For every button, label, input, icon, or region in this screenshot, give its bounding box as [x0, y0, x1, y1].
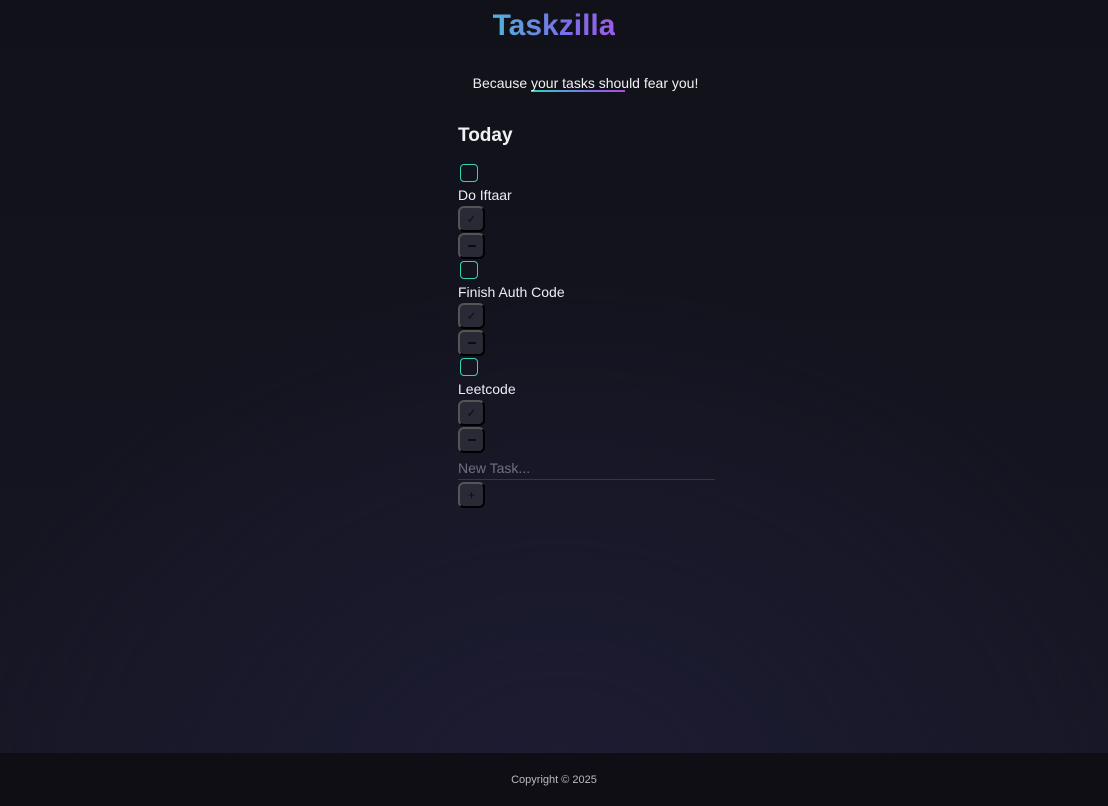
plus-icon: +	[467, 488, 475, 502]
tagline: Because your tasks should fear you!	[0, 74, 1108, 92]
todo-panel: Today Do Iftaar ✓ Finish Auth Code ✓ Lee…	[458, 124, 715, 508]
task-label: Leetcode	[458, 381, 516, 397]
footer: Copyright © 2025	[0, 753, 1108, 806]
task-item: Do Iftaar ✓	[458, 164, 715, 259]
check-icon: ✓	[466, 309, 477, 323]
task-item: Finish Auth Code ✓	[458, 261, 715, 356]
minus-icon	[467, 245, 476, 247]
minus-icon	[467, 439, 476, 441]
new-task-input[interactable]	[458, 456, 715, 480]
delete-task-button[interactable]	[458, 330, 485, 356]
section-heading: Today	[458, 125, 513, 146]
tagline-before: Because	[472, 75, 532, 91]
task-label: Finish Auth Code	[458, 284, 565, 300]
check-icon: ✓	[466, 212, 477, 226]
tagline-highlight: your tasks should	[531, 75, 640, 92]
complete-task-button[interactable]: ✓	[458, 400, 485, 426]
minus-icon	[467, 342, 476, 344]
task-checkbox[interactable]	[460, 261, 478, 279]
app-title: Taskzilla	[0, 8, 1108, 44]
tagline-after: fear you!	[639, 75, 699, 91]
complete-task-button[interactable]: ✓	[458, 303, 485, 329]
add-task-button[interactable]: +	[458, 482, 485, 508]
task-checkbox[interactable]	[460, 358, 478, 376]
complete-task-button[interactable]: ✓	[458, 206, 485, 232]
delete-task-button[interactable]	[458, 233, 485, 259]
task-item: Leetcode ✓	[458, 358, 715, 453]
task-checkbox[interactable]	[460, 164, 478, 182]
delete-task-button[interactable]	[458, 427, 485, 453]
copyright-text: Copyright © 2025	[511, 773, 597, 786]
task-label: Do Iftaar	[458, 187, 512, 203]
check-icon: ✓	[466, 406, 477, 420]
app-title-text: Taskzilla	[492, 9, 616, 42]
